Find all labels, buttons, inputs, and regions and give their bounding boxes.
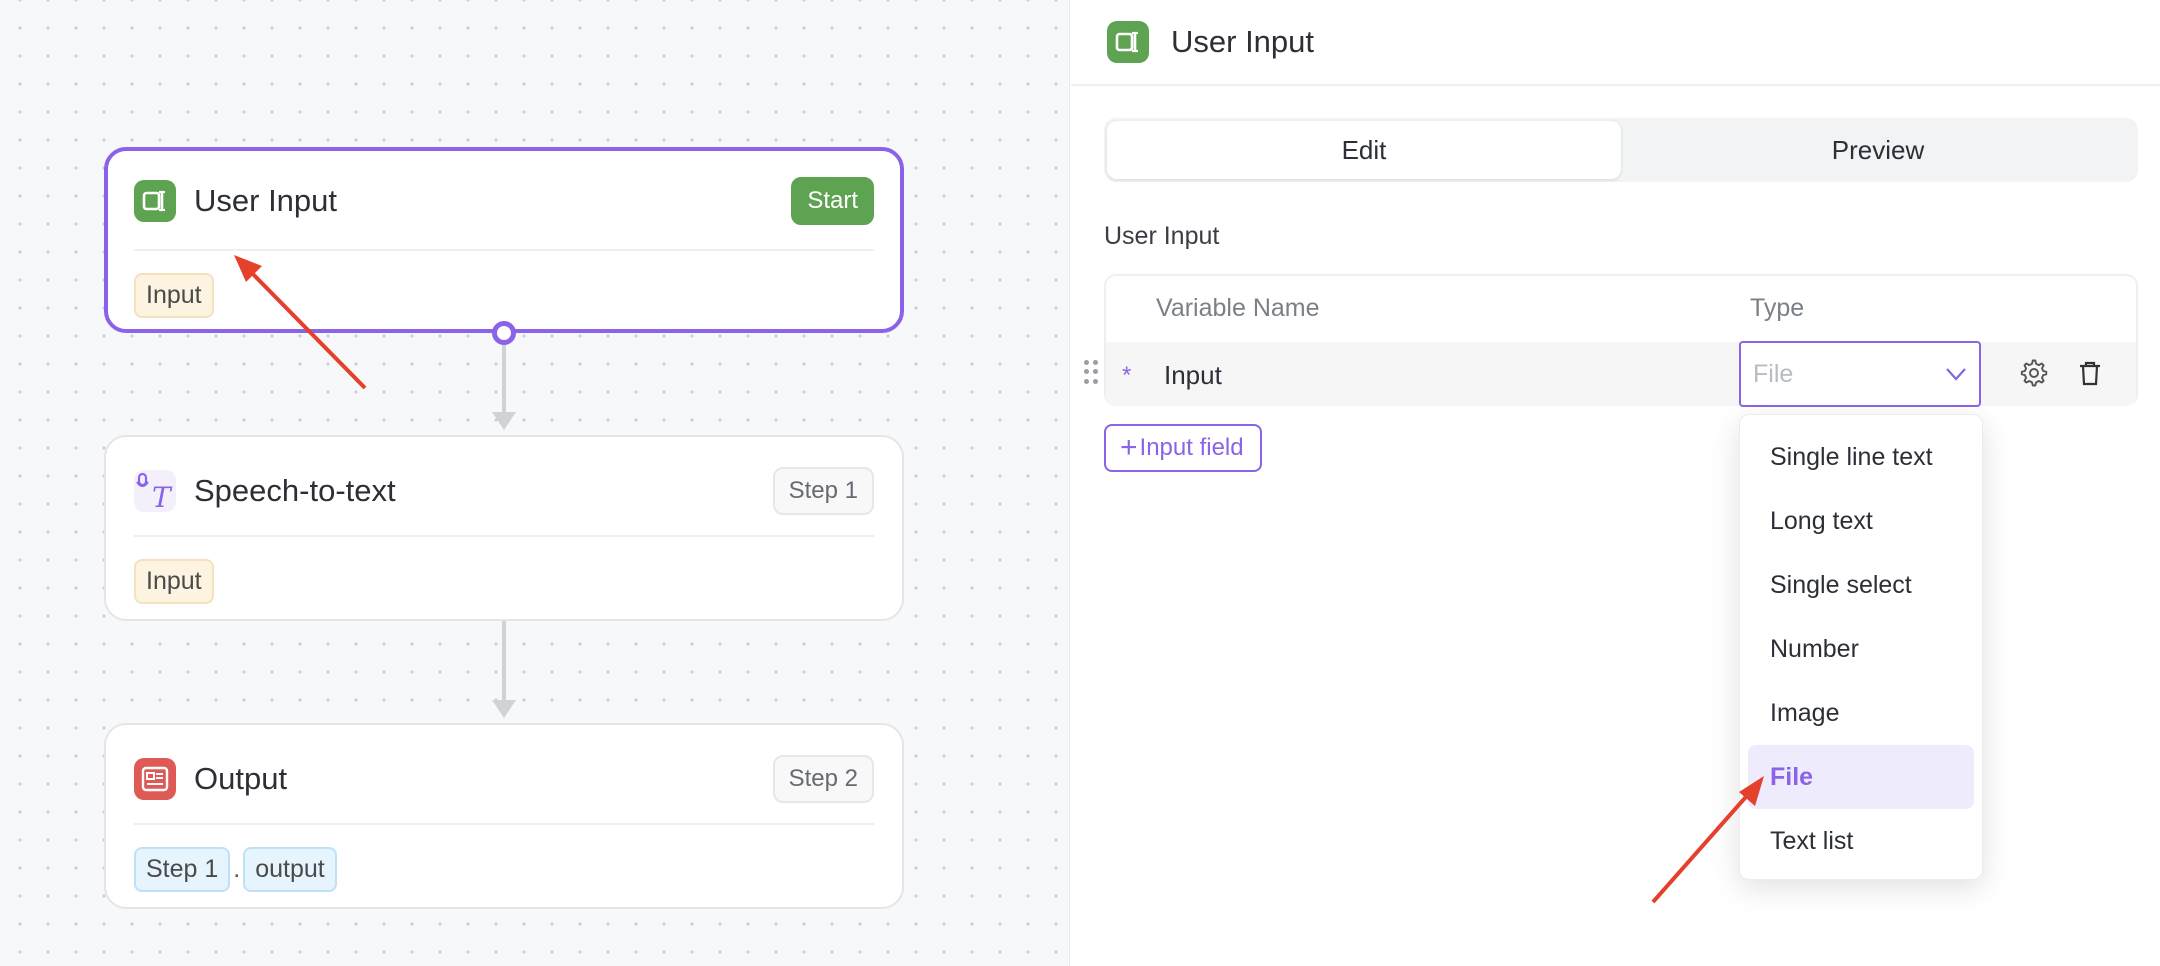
step-badge: Step 1	[772, 467, 874, 515]
node-title: User Input	[194, 183, 338, 218]
variable-chip[interactable]: Step 1	[134, 847, 231, 892]
node-body: Input	[134, 559, 214, 604]
node-header: User Input Start	[134, 175, 874, 227]
node-header: T Speech-to-text Step 1	[134, 465, 874, 517]
node-header: Output Step 2	[134, 753, 874, 805]
variable-chip[interactable]: Input	[134, 273, 214, 318]
svg-text:T: T	[152, 481, 173, 511]
type-option-long-text[interactable]: Long text	[1748, 489, 1974, 553]
node-divider	[134, 823, 874, 825]
variable-chip[interactable]: Input	[134, 559, 214, 604]
plus-icon: +	[1120, 431, 1138, 464]
user-input-icon	[134, 180, 176, 222]
required-mark: *	[1122, 362, 1132, 389]
column-header-type: Type	[1750, 294, 1805, 322]
output-port[interactable]	[492, 321, 516, 345]
tab-edit[interactable]: Edit	[1107, 121, 1621, 179]
type-option-single-select[interactable]: Single select	[1748, 553, 1974, 617]
tab-bar: Edit Preview	[1104, 118, 2138, 182]
variable-name[interactable]: Input	[1164, 360, 1222, 391]
add-input-field-label: Input field	[1139, 434, 1244, 461]
start-badge: Start	[791, 177, 874, 225]
type-select-value: File	[1753, 359, 1794, 388]
connector-line	[502, 344, 506, 414]
column-header-variable-name: Variable Name	[1156, 294, 1320, 322]
panel-header: User Input	[1071, 0, 2160, 86]
type-option-number[interactable]: Number	[1748, 617, 1974, 681]
chip-separator: .	[233, 855, 241, 883]
node-user-input[interactable]: User Input Start Input	[104, 147, 904, 333]
variable-chip[interactable]: output	[243, 847, 337, 892]
workflow-canvas[interactable]: User Input Start Input T Speech-to-text …	[0, 0, 1070, 966]
type-option-text-list[interactable]: Text list	[1748, 809, 1974, 873]
type-option-file[interactable]: File	[1748, 745, 1974, 809]
add-input-field-button[interactable]: + Input field	[1104, 424, 1262, 472]
drag-handle-icon[interactable]	[1084, 360, 1098, 384]
trash-icon[interactable]	[2075, 358, 2105, 388]
node-speech-to-text[interactable]: T Speech-to-text Step 1 Input	[104, 435, 904, 621]
type-dropdown-menu: Single line text Long text Single select…	[1739, 414, 1983, 880]
node-body: Input	[134, 273, 214, 318]
variables-table: Variable Name Type * Input File	[1084, 274, 2138, 407]
user-input-icon	[1107, 21, 1149, 63]
output-icon	[134, 758, 176, 800]
step-badge: Step 2	[772, 755, 874, 803]
panel-title: User Input	[1171, 24, 1315, 59]
type-option-image[interactable]: Image	[1748, 681, 1974, 745]
gear-icon[interactable]	[2019, 358, 2049, 388]
section-label: User Input	[1104, 222, 1220, 250]
connector-line	[502, 621, 506, 701]
tab-preview[interactable]: Preview	[1621, 121, 2135, 179]
node-divider	[134, 535, 874, 537]
node-settings-panel: User Input Edit Preview User Input Varia…	[1071, 0, 2160, 966]
node-title: Output	[194, 761, 288, 796]
node-body: Step 1 . output	[134, 847, 337, 892]
node-title: Speech-to-text	[194, 473, 396, 508]
node-output[interactable]: Output Step 2 Step 1 . output	[104, 723, 904, 909]
type-select[interactable]: File	[1739, 341, 1981, 407]
speech-to-text-icon: T	[134, 470, 176, 512]
table-row: * Input File	[1084, 341, 2136, 407]
connector-arrow	[492, 700, 516, 718]
connector-arrow	[492, 412, 516, 430]
chevron-down-icon	[1946, 368, 1966, 381]
type-option-single-line-text[interactable]: Single line text	[1748, 425, 1974, 489]
node-divider	[134, 249, 874, 251]
